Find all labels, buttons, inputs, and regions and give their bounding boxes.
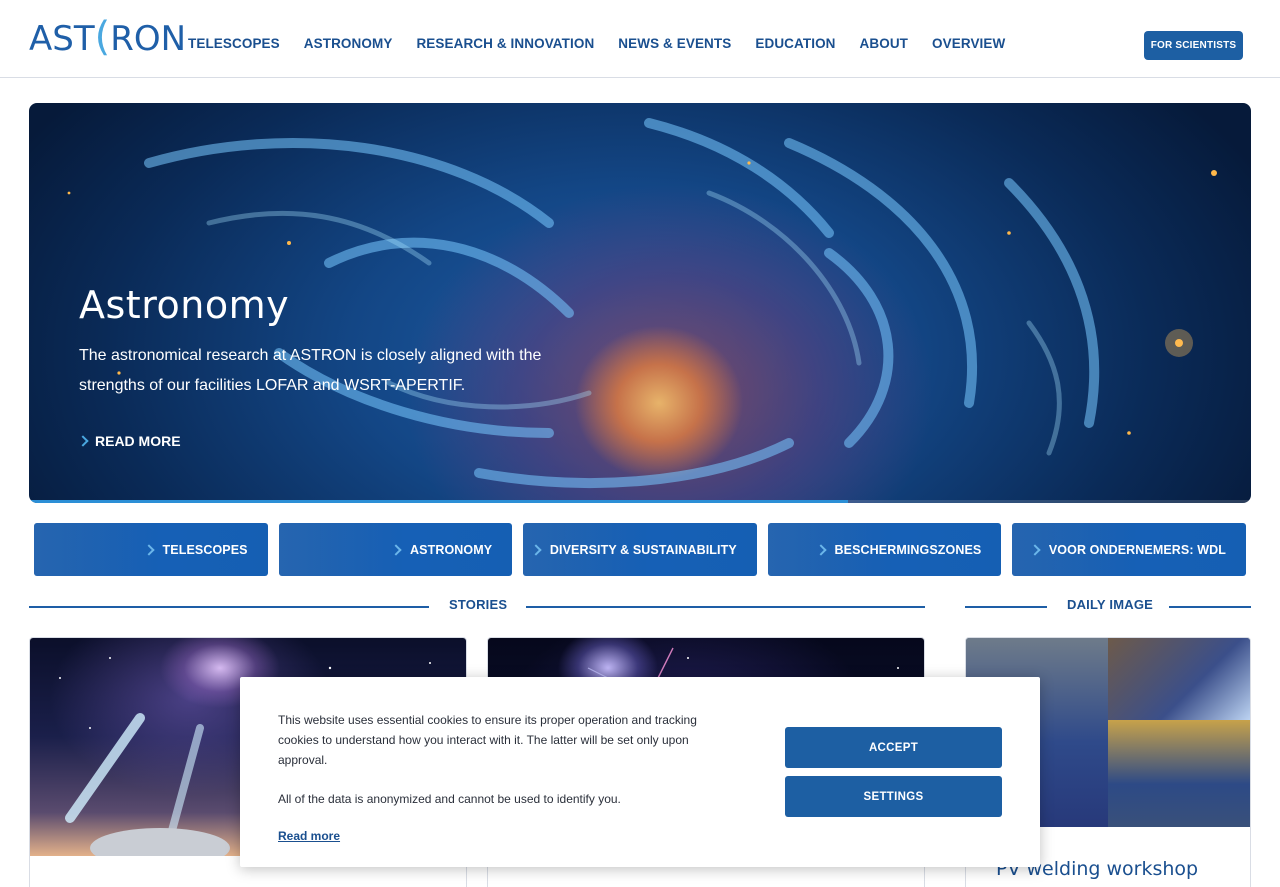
for-scientists-button[interactable]: FOR SCIENTISTS <box>1144 31 1243 60</box>
nav-research-innovation[interactable]: RESEARCH & INNOVATION <box>416 36 594 51</box>
chevron-right-icon <box>1029 543 1041 556</box>
nav-overview[interactable]: OVERVIEW <box>932 36 1005 51</box>
chevron-right-icon <box>390 543 402 556</box>
accept-button[interactable]: ACCEPT <box>785 727 1002 768</box>
logo-text: AST(RON <box>29 14 187 60</box>
quick-link-beschermingszones[interactable]: BESCHERMINGSZONES <box>767 523 1002 576</box>
quick-link-label: BESCHERMINGSZONES <box>834 542 982 557</box>
cookie-read-more-link[interactable]: Read more <box>278 829 340 843</box>
cookie-description: This website uses essential cookies to e… <box>278 713 697 767</box>
photo-panel <box>1108 638 1250 720</box>
photo-panel <box>1108 720 1250 827</box>
quick-link-label: TELESCOPES <box>162 542 248 557</box>
chevron-right-icon <box>142 543 155 556</box>
quick-link-voor-ondernemers-wdl[interactable]: VOOR ONDERNEMERS: WDL <box>1012 523 1246 576</box>
daily-image-title: DAILY IMAGE <box>1067 597 1153 612</box>
chevron-right-icon <box>530 543 542 556</box>
hero-read-more-label: READ MORE <box>95 433 181 449</box>
quick-link-label: DIVERSITY & SUSTAINABILITY <box>549 542 737 557</box>
astron-logo[interactable]: AST(RON <box>29 14 187 60</box>
nav-news-events[interactable]: NEWS & EVENTS <box>618 36 731 51</box>
quick-link-diversity-sustainability[interactable]: DIVERSITY & SUSTAINABILITY <box>523 523 757 576</box>
nav-about[interactable]: ABOUT <box>860 36 909 51</box>
hero-title: Astronomy <box>79 283 290 327</box>
chevron-right-icon <box>77 435 89 447</box>
quick-link-astronomy[interactable]: ASTRONOMY <box>278 523 513 576</box>
hero-description: The astronomical research at ASTRON is c… <box>79 347 542 394</box>
divider <box>526 606 925 608</box>
cookie-consent-banner: This website uses essential cookies to e… <box>240 677 1040 867</box>
hero-read-more-link[interactable]: READ MORE <box>77 433 181 449</box>
settings-button[interactable]: SETTINGS <box>785 776 1002 817</box>
divider <box>29 606 429 608</box>
quick-link-telescopes[interactable]: TELESCOPES <box>34 523 268 576</box>
divider <box>1169 606 1251 608</box>
slide-progress-fill <box>29 500 848 503</box>
quick-link-label: VOOR ONDERNEMERS: WDL <box>1048 542 1226 557</box>
nav-astronomy[interactable]: ASTRONOMY <box>304 36 393 51</box>
quick-link-label: ASTRONOMY <box>410 542 493 557</box>
quick-links: TELESCOPES ASTRONOMY DIVERSITY & SUSTAIN… <box>34 523 1246 576</box>
chevron-right-icon <box>814 543 827 556</box>
nav-telescopes[interactable]: TELESCOPES <box>188 36 280 51</box>
cookie-anonymized-note: All of the data is anonymized and cannot… <box>278 792 621 806</box>
hero-banner: Astronomy The astronomical research at A… <box>29 103 1251 503</box>
stories-title: STORIES <box>449 597 508 612</box>
slide-progress-track <box>29 500 1251 503</box>
nav-education[interactable]: EDUCATION <box>755 36 835 51</box>
divider <box>965 606 1047 608</box>
main-nav: TELESCOPES ASTRONOMY RESEARCH & INNOVATI… <box>188 36 1029 51</box>
site-header: AST(RON TELESCOPES ASTRONOMY RESEARCH & … <box>0 0 1280 78</box>
